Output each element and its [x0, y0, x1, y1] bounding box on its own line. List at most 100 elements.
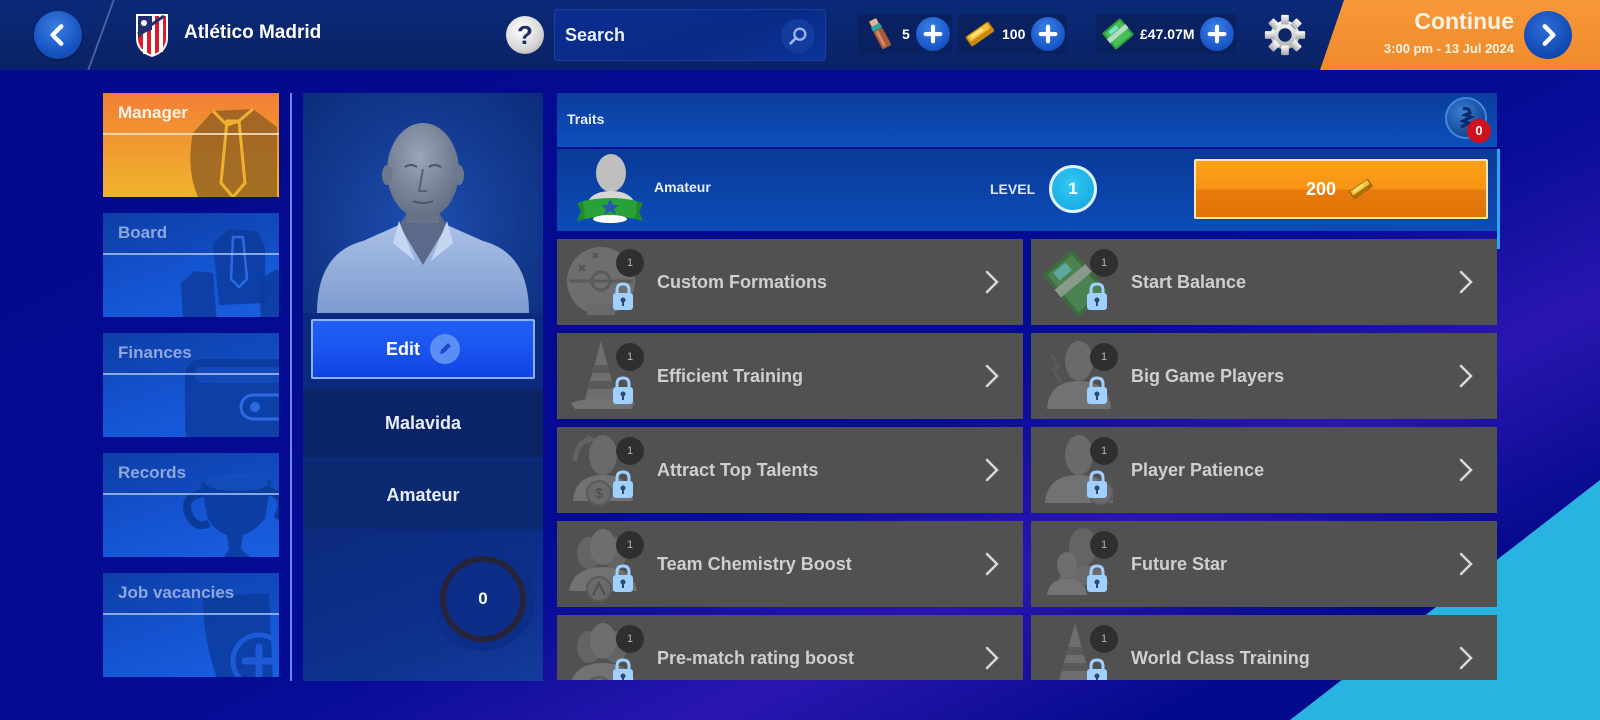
trait-name: Efficient Training: [657, 365, 804, 386]
trait-item-pre-match-rating-boost[interactable]: 1 Pre-match rating boost: [557, 615, 1023, 680]
trait-level-badge: 1: [1090, 437, 1118, 465]
level-bar: Amateur LEVEL 1 200: [557, 149, 1500, 249]
add-cash-button[interactable]: [1200, 17, 1235, 51]
chevron-right-icon: [1542, 24, 1556, 46]
add-energy-button[interactable]: [915, 17, 950, 51]
nav-label: Records: [118, 463, 187, 482]
traits-list: 1 Custom Formations 1 Start Balance 1 Ef…: [557, 239, 1497, 680]
lock-icon: [613, 282, 633, 310]
cash-icon: [1100, 16, 1136, 52]
current-rank-label: Amateur: [654, 179, 711, 195]
level-badge: 1: [1049, 165, 1097, 213]
trait-item-player-patience[interactable]: 1 Player Patience: [1031, 427, 1497, 513]
traits-title: Traits: [567, 111, 605, 127]
trait-item-big-game-players[interactable]: 1 Big Game Players: [1031, 333, 1497, 419]
manager-name: Malavida: [303, 389, 543, 457]
coin-count-badge: 0: [1467, 119, 1491, 143]
nav-item-finances[interactable]: Finances: [103, 333, 279, 437]
trait-level-badge: 1: [1090, 531, 1118, 559]
chevron-right-icon: [985, 364, 999, 388]
trait-icon-wrap: 1: [563, 333, 653, 419]
plus-icon: [923, 24, 943, 44]
lock-icon: [613, 658, 633, 680]
trait-level-badge: 1: [616, 437, 644, 465]
points-ring: 0: [431, 547, 535, 651]
trait-level-badge: 1: [1090, 343, 1118, 371]
club-crest-icon: [136, 14, 168, 57]
search-button[interactable]: [781, 19, 815, 53]
trait-icon-wrap: 1: [1037, 427, 1127, 513]
points-panel: 0: [303, 531, 543, 681]
energy-vial-icon: [862, 16, 898, 52]
chevron-right-icon: [1459, 270, 1473, 294]
game-datetime: 3:00 pm - 13 Jul 2024: [1383, 41, 1514, 56]
help-button[interactable]: ?: [506, 16, 544, 54]
search-box: [554, 9, 826, 61]
nav-item-records[interactable]: Records: [103, 453, 279, 557]
unlock-level-button[interactable]: 200: [1194, 159, 1488, 219]
chevron-right-icon: [985, 646, 999, 670]
lock-icon: [1087, 470, 1107, 498]
trait-item-attract-top-talents[interactable]: $ 1 Attract Top Talents: [557, 427, 1023, 513]
trait-level-badge: 1: [616, 531, 644, 559]
traits-header: Traits 0: [557, 93, 1497, 147]
side-nav: Manager Board Finances Records Job vacan…: [103, 93, 279, 693]
trait-icon-wrap: 1: [1037, 239, 1127, 325]
header-divider: [87, 0, 115, 70]
edit-profile-button[interactable]: Edit: [311, 319, 535, 379]
lock-icon: [613, 470, 633, 498]
trait-item-efficient-training[interactable]: 1 Efficient Training: [557, 333, 1023, 419]
trait-name: Custom Formations: [657, 271, 828, 292]
trait-name: Player Patience: [1131, 459, 1265, 480]
search-input[interactable]: [565, 22, 765, 48]
continue-arrow[interactable]: [1524, 11, 1572, 59]
scrollbar[interactable]: [1497, 149, 1500, 249]
top-bar: Atlético Madrid ? 5: [0, 0, 1600, 70]
chevron-right-icon: [1459, 646, 1473, 670]
cash-value: £47.07M: [1140, 26, 1195, 42]
gold-currency: 100: [958, 14, 1068, 54]
energy-value: 5: [902, 26, 910, 42]
lock-icon: [1087, 564, 1107, 592]
energy-currency: 5: [858, 14, 952, 54]
trait-name: Big Game Players: [1131, 365, 1285, 386]
settings-gear-icon[interactable]: [1262, 12, 1308, 58]
nav-item-job-vacancies[interactable]: Job vacancies: [103, 573, 279, 677]
pencil-icon: [430, 334, 460, 364]
trait-icon-wrap: 1: [1037, 521, 1127, 607]
club-name: Atlético Madrid: [184, 22, 322, 43]
nav-divider: [290, 93, 292, 681]
trait-name: World Class Training: [1131, 647, 1310, 668]
trophy-icon: [183, 475, 279, 557]
svg-text:$: $: [595, 485, 603, 501]
lock-icon: [1087, 376, 1107, 404]
gold-bar-icon: [1349, 178, 1373, 200]
trait-level-badge: 1: [616, 249, 644, 277]
trait-icon-wrap: $ 1: [563, 427, 653, 513]
trait-level-badge: 1: [616, 625, 644, 653]
lock-icon: [613, 564, 633, 592]
trait-name: Start Balance: [1131, 271, 1247, 292]
plus-icon: [1038, 24, 1058, 44]
trait-item-team-chemistry-boost[interactable]: 1 Team Chemistry Boost: [557, 521, 1023, 607]
trait-item-future-star[interactable]: 1 Future Star: [1031, 521, 1497, 607]
search-icon: [789, 27, 807, 45]
back-button[interactable]: [34, 11, 82, 59]
continue-button[interactable]: Continue 3:00 pm - 13 Jul 2024: [1320, 0, 1600, 70]
chevron-right-icon: [985, 270, 999, 294]
nav-item-manager[interactable]: Manager: [103, 93, 279, 197]
trait-level-badge: 1: [1090, 625, 1118, 653]
chevron-right-icon: [985, 458, 999, 482]
trait-item-custom-formations[interactable]: 1 Custom Formations: [557, 239, 1023, 325]
trait-coin-icon[interactable]: 0: [1445, 97, 1491, 143]
trait-item-start-balance[interactable]: 1 Start Balance: [1031, 239, 1497, 325]
add-gold-button[interactable]: [1031, 17, 1066, 51]
trait-level-badge: 1: [616, 343, 644, 371]
trait-name: Future Star: [1131, 553, 1228, 574]
nav-item-board[interactable]: Board: [103, 213, 279, 317]
lock-icon: [1087, 282, 1107, 310]
manager-rank: Amateur: [303, 461, 543, 529]
chevron-left-icon: [50, 24, 64, 46]
manager-tie-icon: [190, 107, 277, 197]
trait-item-world-class-training[interactable]: 1 World Class Training: [1031, 615, 1497, 680]
